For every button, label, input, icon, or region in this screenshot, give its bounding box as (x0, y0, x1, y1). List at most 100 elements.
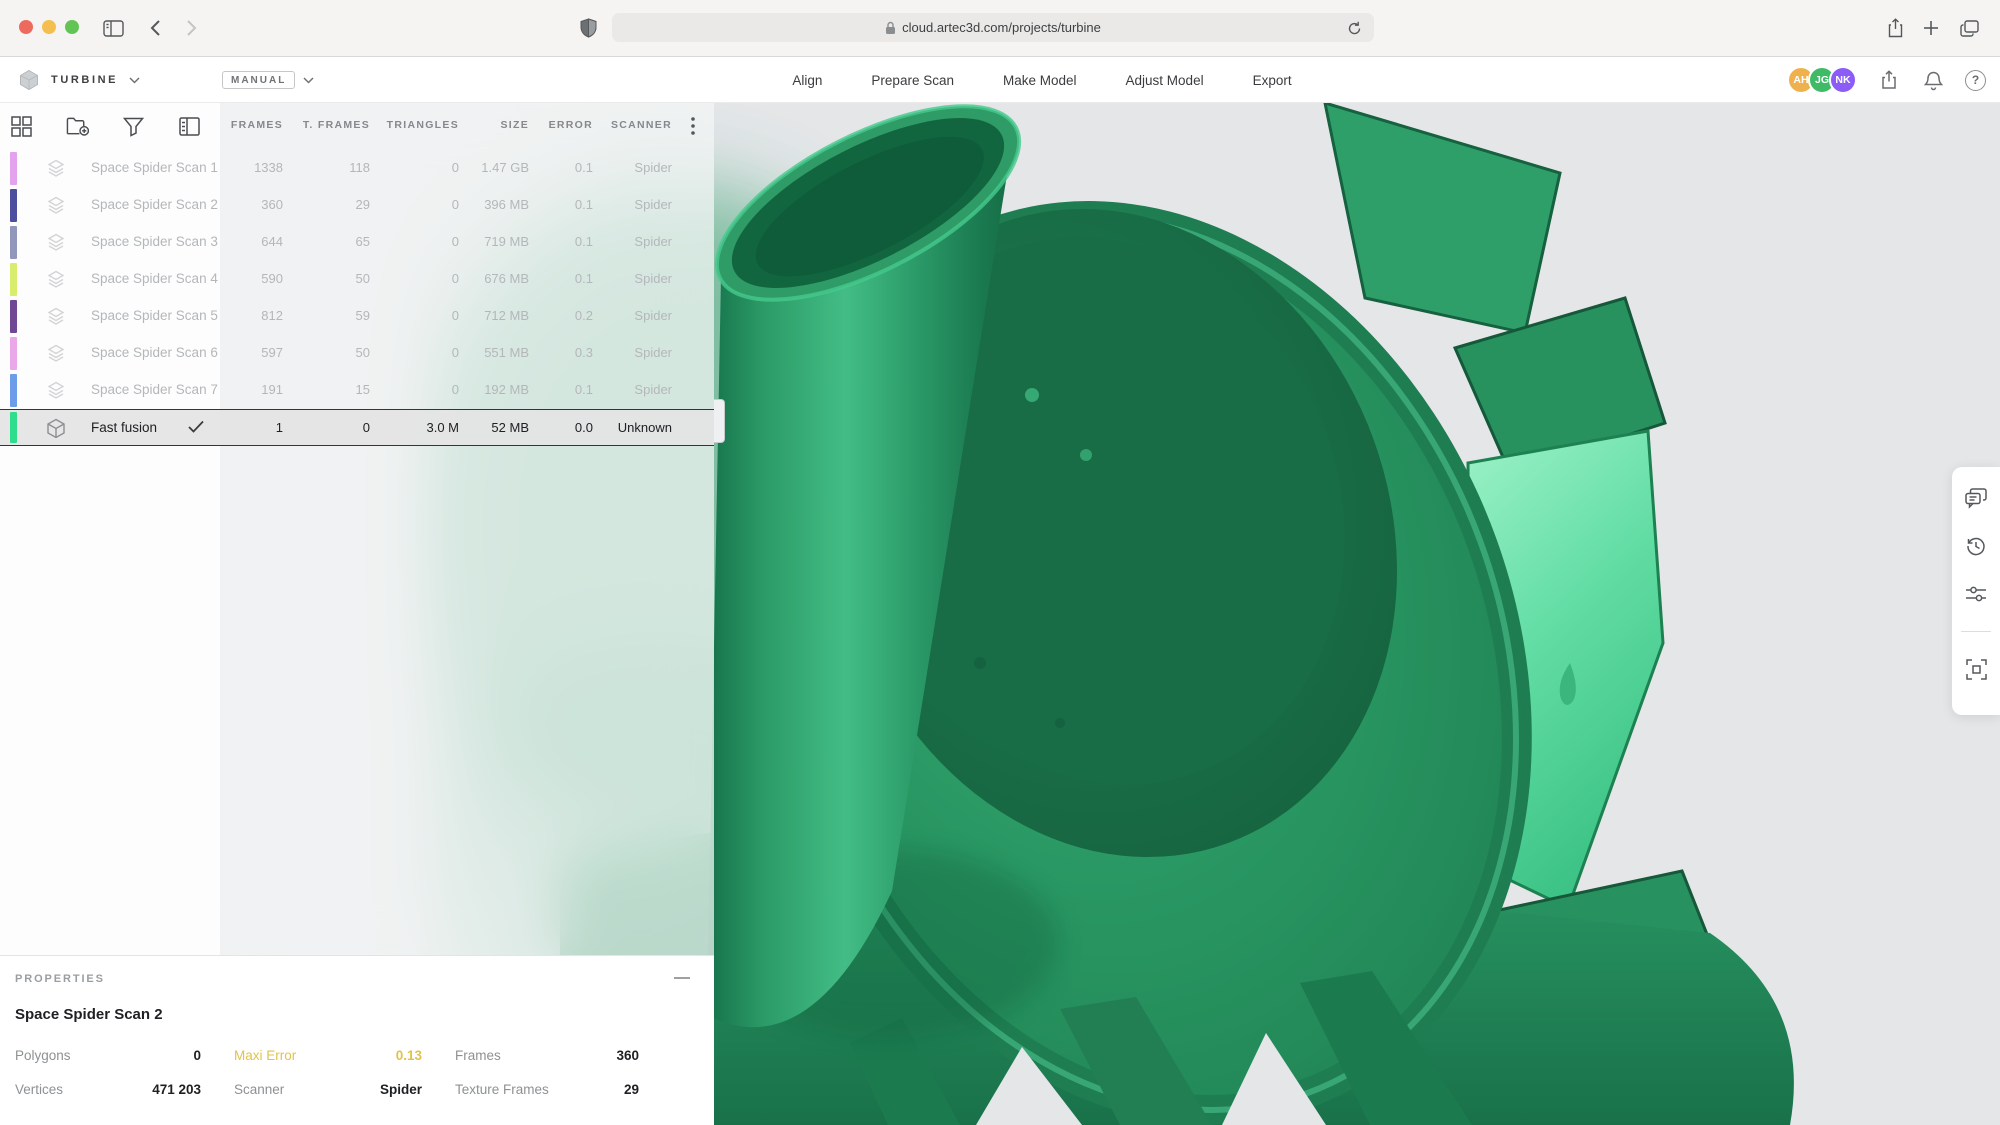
selected-scan-title: Space Spider Scan 2 (15, 1006, 163, 1023)
cell-frames: 360 (261, 197, 283, 212)
filter-icon[interactable] (122, 115, 145, 138)
cell-error: 0.1 (575, 197, 593, 212)
cell-scanner: Spider (634, 345, 672, 360)
grid-view-icon[interactable] (10, 115, 33, 138)
cell-frames: 812 (261, 308, 283, 323)
notifications-bell-icon[interactable] (1921, 68, 1945, 92)
property-label: Scanner (234, 1082, 284, 1097)
table-row[interactable]: Space Spider Scan 3 644 65 0 719 MB 0.1 … (0, 224, 714, 261)
cell-triangles: 0 (452, 197, 459, 212)
cell-triangles: 0 (452, 382, 459, 397)
column-header[interactable]: SCANNER (611, 119, 672, 131)
nav-item[interactable]: Align (792, 73, 822, 88)
scan-rows: Space Spider Scan 1 1338 118 0 1.47 GB 0… (0, 150, 714, 446)
table-row[interactable]: Fast fusion 1 0 3.0 M 52 MB 0.0 Unknown (0, 409, 714, 446)
nav-item[interactable]: Export (1253, 73, 1292, 88)
property-label: Vertices (15, 1082, 63, 1097)
table-row[interactable]: Space Spider Scan 6 597 50 0 551 MB 0.3 … (0, 335, 714, 372)
history-icon[interactable] (1965, 535, 1987, 557)
window-controls (19, 20, 79, 34)
reload-icon[interactable] (1344, 18, 1364, 38)
cell-t-frames: 118 (349, 160, 370, 175)
cell-frames: 1338 (254, 160, 283, 175)
avatar-group: AH JG NK (1787, 66, 1857, 94)
column-header[interactable]: TRIANGLES (387, 119, 459, 131)
comments-icon[interactable] (1965, 487, 1987, 509)
share-page-icon[interactable] (1881, 14, 1909, 42)
cell-error: 0.0 (575, 420, 593, 435)
cell-error: 0.1 (575, 382, 593, 397)
scan-color-bar (10, 226, 17, 259)
collapse-properties-icon[interactable] (672, 968, 692, 988)
scan-name: Space Spider Scan 2 (91, 197, 218, 212)
sidebar-toggle-icon[interactable] (99, 14, 127, 42)
avatar[interactable]: NK (1829, 66, 1857, 94)
scan-color-bar (10, 300, 17, 333)
cell-t-frames: 50 (356, 271, 370, 286)
back-button[interactable] (141, 14, 169, 42)
scan-name: Space Spider Scan 3 (91, 234, 218, 249)
table-columns-icon[interactable] (178, 115, 201, 138)
address-bar[interactable]: cloud.artec3d.com/projects/turbine (612, 13, 1374, 42)
project-logo-icon (18, 69, 40, 91)
cell-scanner: Spider (634, 234, 672, 249)
cell-t-frames: 0 (363, 420, 370, 435)
nav-item[interactable]: Adjust Model (1126, 73, 1204, 88)
help-glyph: ? (1972, 73, 1979, 87)
table-row[interactable]: Space Spider Scan 1 1338 118 0 1.47 GB 0… (0, 150, 714, 187)
settings-sliders-icon[interactable] (1965, 583, 1987, 605)
help-icon[interactable]: ? (1965, 70, 1986, 91)
cell-triangles: 0 (452, 160, 459, 175)
fusion-cube-icon (46, 418, 68, 440)
table-row[interactable]: Space Spider Scan 4 590 50 0 676 MB 0.1 … (0, 261, 714, 298)
column-header[interactable]: SIZE (500, 119, 529, 131)
cell-size: 396 MB (484, 197, 529, 212)
scan-color-bar (10, 412, 17, 443)
table-row[interactable]: Space Spider Scan 5 812 59 0 712 MB 0.2 … (0, 298, 714, 335)
close-window-button[interactable] (19, 20, 33, 34)
scan-name: Space Spider Scan 1 (91, 160, 218, 175)
scan-layers-icon (46, 380, 68, 402)
table-row[interactable]: Space Spider Scan 7 191 15 0 192 MB 0.1 … (0, 372, 714, 409)
property-label: Texture Frames (455, 1082, 549, 1097)
table-row[interactable]: Space Spider Scan 2 360 29 0 396 MB 0.1 … (0, 187, 714, 224)
properties-heading: PROPERTIES (15, 973, 105, 985)
zoom-window-button[interactable] (65, 20, 79, 34)
privacy-shield-icon[interactable] (574, 14, 602, 42)
fit-to-screen-icon[interactable] (1965, 658, 1987, 680)
cell-triangles: 0 (452, 234, 459, 249)
minimize-window-button[interactable] (42, 20, 56, 34)
forward-button[interactable] (178, 14, 206, 42)
property-field: Texture Frames 29 (455, 1082, 639, 1097)
header-actions: AH JG NK ? (1787, 57, 1986, 103)
property-label: Frames (455, 1048, 501, 1063)
column-header[interactable]: FRAMES (231, 119, 283, 131)
table-menu-kebab-icon[interactable] (686, 116, 700, 136)
cell-triangles: 0 (452, 271, 459, 286)
cell-frames: 644 (261, 234, 283, 249)
scan-name: Fast fusion (91, 420, 157, 435)
cell-size: 676 MB (484, 271, 529, 286)
cell-size: 192 MB (484, 382, 529, 397)
cell-size: 712 MB (484, 308, 529, 323)
property-value: 0.13 (396, 1048, 422, 1063)
panel-resize-handle[interactable] (714, 399, 725, 443)
property-field: Scanner Spider (234, 1082, 422, 1097)
scan-color-bar (10, 337, 17, 370)
share-project-icon[interactable] (1877, 68, 1901, 92)
new-tab-icon[interactable] (1917, 14, 1945, 42)
add-folder-icon[interactable] (66, 115, 89, 138)
cell-error: 0.1 (575, 160, 593, 175)
column-header[interactable]: ERROR (549, 119, 593, 131)
check-icon (188, 420, 204, 433)
tab-overview-icon[interactable] (1955, 14, 1983, 42)
nav-item[interactable]: Make Model (1003, 73, 1077, 88)
list-toolbar (10, 103, 201, 150)
column-header[interactable]: T. FRAMES (303, 119, 370, 131)
workspace: FRAMES T. FRAMES TRIANGLES SIZE ERROR SC… (0, 103, 2000, 1125)
scan-layers-icon (46, 158, 68, 180)
cell-size: 719 MB (484, 234, 529, 249)
cell-size: 52 MB (491, 420, 529, 435)
nav-item[interactable]: Prepare Scan (871, 73, 954, 88)
scan-layers-icon (46, 195, 68, 217)
